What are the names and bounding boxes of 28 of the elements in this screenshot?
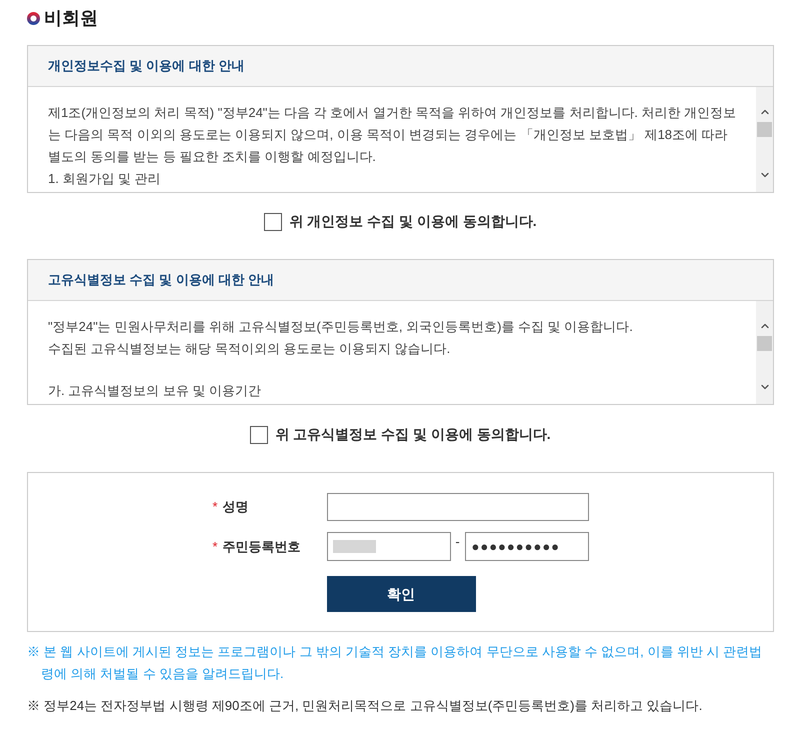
separator-text: - xyxy=(454,533,461,551)
body-text: 수집된 고유식별정보는 해당 목적이외의 용도로는 이용되지 않습니다. xyxy=(48,340,452,358)
page-title: 비회원 xyxy=(44,6,98,30)
field-label: 성명 xyxy=(222,498,249,516)
scrollbar-thumb[interactable] xyxy=(757,122,772,137)
required-mark: * xyxy=(212,538,218,556)
consent-checkbox[interactable] xyxy=(264,212,282,230)
field-label: 주민등록번호 xyxy=(222,538,301,556)
body-text: 1. 회원가입 및 관리 xyxy=(48,170,162,188)
required-mark: * xyxy=(212,498,218,516)
scrollbar[interactable] xyxy=(756,87,773,192)
panel-title: 개인정보수집 및 이용에 대한 안내 xyxy=(48,57,244,76)
consent-checkbox[interactable] xyxy=(250,426,268,444)
resident-number-back-input[interactable]: ●●●●●●●●●● xyxy=(464,532,588,561)
body-text: 제1조(개인정보의 처리 목적) "정부24"는 다음 각 호에서 열거한 목적을 위하여 개인정보를 처리합니다. 처리한 개인정보는 다음의 목적 이외의 용도로는 이용되지 않으며, 이용 목적이 변경되는 경우에는 「개인정보 보호법」 제18조에 따라 별도의 동의를 받는 등 필요한 조치를 이행할 예정입니다. xyxy=(48,104,738,166)
consent-label[interactable]: 위 개인정보 수집 및 이용에 동의합니다. xyxy=(289,211,537,232)
panel-title: 고유식별정보 수집 및 이용에 대한 안내 xyxy=(48,271,274,290)
confirm-button[interactable]: 확인 xyxy=(326,576,476,612)
scrollbar[interactable] xyxy=(756,301,773,404)
body-text: 가. 고유식별정보의 보유 및 이용기간 xyxy=(48,382,262,400)
consent-label[interactable]: 위 고유식별정보 수집 및 이용에 동의합니다. xyxy=(275,424,551,445)
ring-icon xyxy=(27,12,40,24)
notice-text: ※ 본 웹 사이트에 게시된 정보는 프로그램이나 그 밖의 기술적 장치를 이용하여 무단으로 사용할 수 없으며, 이를 위반 시 관련법령에 의해 처벌될 수 있음을 알려드립니다. xyxy=(27,643,764,683)
notice-text: ※ 정부24는 전자정부법 시행령 제90조에 근거, 민원처리목적으로 고유식별정보(주민등록번호)를 처리하고 있습니다. xyxy=(27,697,704,715)
scrollbar-thumb[interactable] xyxy=(757,336,772,351)
resident-number-front-input[interactable] xyxy=(326,532,450,561)
body-text: "정부24"는 민원사무처리를 위해 고유식별정보(주민등록번호, 외국인등록번호)를 수집 및 이용합니다. xyxy=(48,318,634,336)
name-input[interactable] xyxy=(326,493,588,521)
